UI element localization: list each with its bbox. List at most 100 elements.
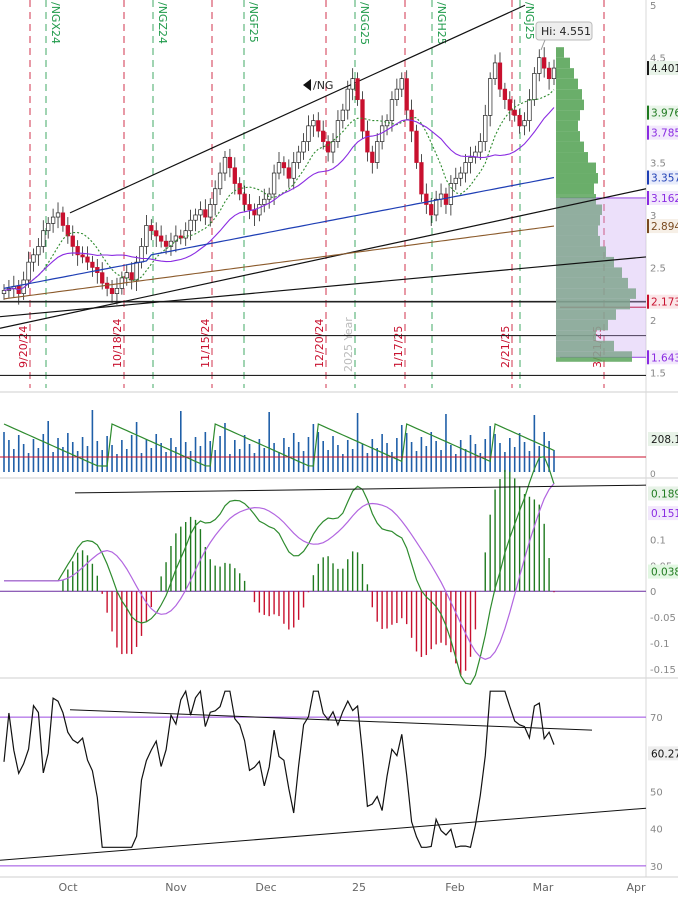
candle-body-10 xyxy=(50,216,56,224)
candle-body-6 xyxy=(31,254,36,263)
level-label-tick-5 xyxy=(647,219,649,234)
candle-body-111 xyxy=(546,67,552,79)
candle-body-53 xyxy=(262,198,267,205)
volume-profile-bar-0 xyxy=(556,47,564,58)
candle-body-102 xyxy=(502,88,508,100)
candle-body-81 xyxy=(399,78,404,90)
volume-profile-bar-4 xyxy=(556,89,582,100)
level-label-0: 4.401 xyxy=(651,63,678,75)
candle-body-29 xyxy=(144,225,149,247)
candle-body-90 xyxy=(443,193,449,205)
level-label-tick-2 xyxy=(647,125,649,140)
macd-signal-line xyxy=(4,483,555,660)
x-axis-label-4: Feb xyxy=(445,881,464,894)
candle-body-58 xyxy=(286,167,291,179)
candle-body-12 xyxy=(60,212,66,226)
contract-label-2: /NGF25 xyxy=(247,2,260,43)
volume-profile-bar-11 xyxy=(556,162,596,174)
candle-body-78 xyxy=(384,120,390,127)
candle-body-112 xyxy=(551,67,557,79)
candle-body-70 xyxy=(345,88,350,111)
level-label-tick-6 xyxy=(647,294,649,309)
x-axis-label-6: Apr xyxy=(626,881,646,894)
candle-body-105 xyxy=(517,115,522,127)
candle-body-64 xyxy=(316,120,321,132)
volume-profile-bar-7 xyxy=(556,120,578,132)
volume-profile-bar-2 xyxy=(556,68,574,79)
date-label-2: 11/15/24 xyxy=(199,319,212,368)
candle-body-99 xyxy=(488,78,493,116)
hi-callout-label: Hi: 4.551 xyxy=(541,25,591,38)
macd-panel: 0.10.050-0.05-0.1-0.150.1890.1510.038 xyxy=(0,456,678,685)
macd-tick-0: 0.1 xyxy=(650,535,666,546)
candle-body-98 xyxy=(483,115,488,142)
candle-body-88 xyxy=(433,198,439,216)
candle-body-106 xyxy=(522,120,527,127)
candle-body-56 xyxy=(276,162,282,174)
level-label-3: 3.357 xyxy=(651,173,678,185)
date-label-3: 12/20/24 xyxy=(313,319,326,368)
level-label-tick-7 xyxy=(647,350,649,365)
candle-body-63 xyxy=(311,120,316,127)
candle-body-33 xyxy=(163,240,169,247)
candle-body-42 xyxy=(208,204,213,218)
chart-root: /NGX24/NGZ24/NGF25/NGG25/NGH25/NGJ25 9/20… xyxy=(0,0,678,897)
macd-label-2: 0.038 xyxy=(651,567,678,579)
macd-line xyxy=(4,456,555,685)
level-label-tick-0 xyxy=(647,61,649,76)
volume-last-label: 208.1 xyxy=(651,434,678,446)
candle-body-65 xyxy=(321,130,326,142)
candle-body-38 xyxy=(188,219,193,232)
symbol-label: /NG xyxy=(313,79,333,92)
rsi-tick-4: 30 xyxy=(650,862,663,873)
candle-body-74 xyxy=(365,130,370,153)
macd-label-0: 0.189 xyxy=(651,488,678,500)
candle-body-46 xyxy=(227,156,233,169)
candle-body-5 xyxy=(26,261,31,281)
macd-label-1: 0.151 xyxy=(651,508,678,520)
volume-profile-bar-10 xyxy=(556,152,588,163)
level-label-6: 2.173 xyxy=(651,297,678,309)
candle-body-68 xyxy=(335,120,341,142)
contract-label-4: /NGH25 xyxy=(435,2,448,45)
candle-body-82 xyxy=(404,78,409,111)
candle-body-72 xyxy=(355,78,360,100)
candle-body-76 xyxy=(375,141,380,163)
volume-zero-tick: 0 xyxy=(650,470,656,480)
symbol-arrow-icon xyxy=(303,79,311,91)
candle-body-87 xyxy=(429,204,434,216)
candle-body-59 xyxy=(291,162,296,179)
date-label-4: 1/17/25 xyxy=(392,326,405,368)
volume-profile-bar-3 xyxy=(556,78,578,90)
year-marker-label: 2025 Year xyxy=(342,317,355,372)
candle-body-66 xyxy=(325,141,331,153)
x-axis-label-5: Mar xyxy=(533,881,554,894)
contract-label-5: /NGJ25 xyxy=(523,2,536,40)
candle-body-91 xyxy=(448,183,454,205)
volume-profile-bar-8 xyxy=(556,131,580,142)
candle-body-94 xyxy=(463,162,468,174)
x-axis-label-2: Dec xyxy=(255,881,276,894)
date-label-5: 2/21/25 xyxy=(499,326,512,368)
candle-body-62 xyxy=(306,125,311,142)
x-axis-label-0: Oct xyxy=(58,881,78,894)
volume-profile-bar-12 xyxy=(556,173,598,184)
candle-body-31 xyxy=(154,230,159,237)
level-label-tick-3 xyxy=(647,170,649,185)
candle-body-80 xyxy=(394,88,400,100)
contract-label-1: /NGZ24 xyxy=(156,2,169,44)
price-tick-7: 1.5 xyxy=(650,368,666,379)
candle-body-50 xyxy=(247,204,252,211)
macd-tick-3: -0.05 xyxy=(650,613,676,624)
candle-body-22 xyxy=(109,288,115,294)
level-label-5: 2.894 xyxy=(651,221,678,233)
candle-body-20 xyxy=(100,272,105,284)
volume-profile-bar-6 xyxy=(556,110,580,121)
price-tick-3: 3.5 xyxy=(650,159,666,170)
candle-body-17 xyxy=(85,256,90,263)
candle-body-108 xyxy=(532,73,537,100)
x-axis-label-1: Nov xyxy=(165,881,187,894)
candle-body-27 xyxy=(134,261,139,281)
rsi-tick-3: 40 xyxy=(650,825,663,836)
volume-profile-bar-1 xyxy=(556,57,570,69)
